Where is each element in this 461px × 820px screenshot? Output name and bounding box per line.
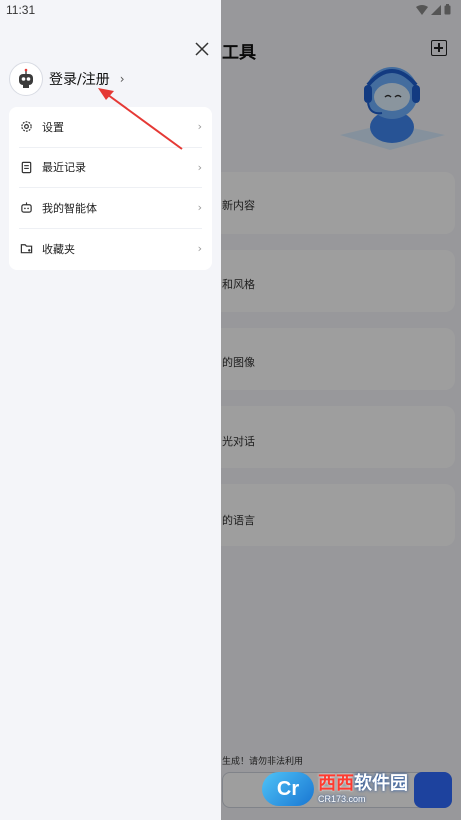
side-drawer: 登录/注册 › 设置 › 最近记录 › 我的智能体 › 收藏夹 ›: [0, 0, 221, 820]
watermark-domain: CR173.com: [318, 793, 366, 804]
folder-star-icon: [19, 242, 33, 256]
robot-avatar-icon: [19, 68, 33, 88]
gear-icon: [19, 120, 33, 134]
menu-item-label: 最近记录: [42, 161, 86, 175]
avatar: [9, 62, 43, 96]
watermark-brand-red: 西西: [318, 772, 354, 794]
menu-item-recent[interactable]: 最近记录 ›: [19, 148, 202, 188]
history-icon: [19, 160, 33, 174]
drawer-menu: 设置 › 最近记录 › 我的智能体 › 收藏夹 ›: [9, 107, 212, 270]
chevron-right-icon: ›: [197, 120, 202, 134]
wifi-icon: [416, 4, 428, 15]
close-icon: [195, 42, 209, 56]
menu-item-label: 收藏夹: [42, 242, 75, 256]
status-time: 11:31: [6, 3, 36, 17]
watermark-brand: 软件园: [354, 772, 408, 794]
login-register-entry[interactable]: 登录/注册 ›: [9, 62, 125, 96]
battery-icon: [444, 4, 451, 15]
menu-item-my-agents[interactable]: 我的智能体 ›: [19, 188, 202, 229]
watermark-logo: Cr: [262, 772, 314, 806]
chevron-right-icon: ›: [119, 72, 125, 86]
robot-icon: [19, 201, 33, 215]
menu-item-favorites[interactable]: 收藏夹 ›: [19, 229, 202, 270]
chevron-right-icon: ›: [197, 242, 202, 256]
menu-item-label: 我的智能体: [42, 201, 97, 215]
login-register-label: 登录/注册: [49, 72, 110, 88]
chevron-right-icon: ›: [197, 201, 202, 215]
signal-icon: [431, 4, 441, 15]
menu-item-label: 设置: [42, 120, 64, 134]
status-bar: 11:31: [0, 0, 461, 20]
watermark: Cr 西西软件园 CR173.com: [262, 770, 440, 808]
chevron-right-icon: ›: [197, 160, 202, 174]
menu-item-settings[interactable]: 设置 ›: [19, 107, 202, 148]
close-button[interactable]: [193, 40, 211, 58]
